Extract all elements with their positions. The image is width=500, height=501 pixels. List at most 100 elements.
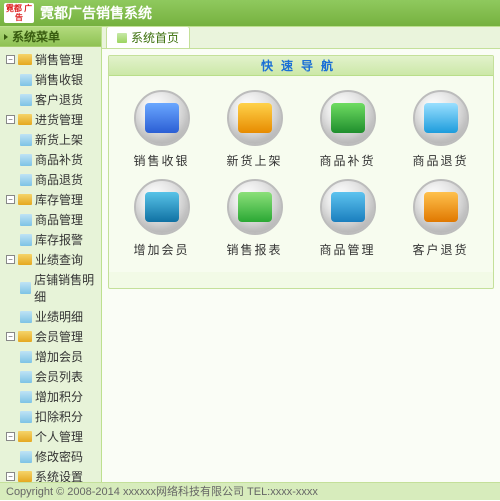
- app-icon: [331, 192, 365, 222]
- nav-item[interactable]: 客户退货: [0, 89, 101, 109]
- nav-item[interactable]: 商品退货: [0, 169, 101, 189]
- nav-item[interactable]: 修改密码: [0, 446, 101, 466]
- tile-icon: [134, 179, 190, 235]
- nav-item-label: 新货上架: [35, 131, 83, 148]
- page-icon: [20, 371, 32, 383]
- tile-icon: [413, 179, 469, 235]
- nav-item-label: 会员列表: [35, 368, 83, 385]
- page-icon: [20, 351, 32, 363]
- nav-group[interactable]: − 会员管理: [0, 326, 101, 346]
- nav-tree: −销售管理销售收银客户退货 − 进货管理新货上架商品补货商品退货 − 库存管理商品管理库…: [0, 47, 101, 482]
- folder-icon: [18, 431, 32, 442]
- tile-return[interactable]: 商品退货: [398, 90, 483, 169]
- minus-icon: −: [6, 472, 15, 481]
- page-icon: [20, 451, 32, 463]
- nav-group[interactable]: − 个人管理: [0, 426, 101, 446]
- tile-sale[interactable]: 销售收银: [119, 90, 204, 169]
- tab-label: 系统首页: [131, 29, 179, 46]
- nav-item-label: 业绩明细: [35, 308, 83, 325]
- nav-item-label: 客户退货: [35, 91, 83, 108]
- page-icon: [20, 174, 32, 186]
- tile-icon: [227, 179, 283, 235]
- minus-icon: −: [6, 332, 15, 341]
- minus-icon: −: [6, 55, 15, 64]
- page-icon: [20, 214, 32, 226]
- nav-group[interactable]: − 库存管理: [0, 189, 101, 209]
- nav-item[interactable]: 扣除积分: [0, 406, 101, 426]
- folder-icon: [18, 194, 32, 205]
- nav-item[interactable]: 增加积分: [0, 386, 101, 406]
- tile-icon: [134, 90, 190, 146]
- page-icon: [20, 74, 32, 86]
- app-icon: [424, 103, 458, 133]
- nav-item-label: 商品补货: [35, 151, 83, 168]
- folder-icon: [18, 254, 32, 265]
- nav-group-label: 系统设置: [35, 468, 83, 482]
- app-header: 霓都 广告 霓都广告销售系统: [0, 0, 500, 26]
- app-icon: [238, 103, 272, 133]
- main-panel-area: 快速导航 销售收银 新货上架 商品补货 商品退货增加会员销售报表 商品管理客户退货: [102, 49, 500, 482]
- nav-item[interactable]: 增加会员: [0, 346, 101, 366]
- page-icon: [20, 311, 32, 323]
- tile-label: 商品退货: [412, 152, 468, 169]
- tile-member[interactable]: 增加会员: [119, 179, 204, 258]
- footer: Copyright © 2008-2014 xxxxxx网络科技有限公司 TEL…: [0, 482, 500, 500]
- nav-group-label: 进货管理: [35, 111, 83, 128]
- minus-icon: −: [6, 255, 15, 264]
- nav-item[interactable]: 商品管理: [0, 209, 101, 229]
- tab-home[interactable]: 系统首页: [106, 26, 190, 48]
- page-icon: [20, 154, 32, 166]
- nav-item-label: 库存报警: [35, 231, 83, 248]
- nav-item[interactable]: 库存报警: [0, 229, 101, 249]
- folder-icon: [18, 331, 32, 342]
- tile-label: 客户退货: [412, 241, 468, 258]
- tile-label: 销售收银: [133, 152, 189, 169]
- nav-item[interactable]: 会员列表: [0, 366, 101, 386]
- nav-group[interactable]: −销售管理: [0, 49, 101, 69]
- tile-newstock[interactable]: 新货上架: [212, 90, 297, 169]
- tile-label: 销售报表: [226, 241, 282, 258]
- minus-icon: −: [6, 115, 15, 124]
- nav-item[interactable]: 商品补货: [0, 149, 101, 169]
- tile-custret[interactable]: 客户退货: [398, 179, 483, 258]
- app-icon: [331, 103, 365, 133]
- app-title: 霓都广告销售系统: [40, 3, 152, 23]
- tile-icon: [320, 179, 376, 235]
- minus-icon: −: [6, 195, 15, 204]
- sidebar-title: 系统菜单: [12, 28, 60, 45]
- tile-goods[interactable]: 商品管理: [305, 179, 390, 258]
- tile-icon: [413, 90, 469, 146]
- page-icon: [20, 134, 32, 146]
- tile-restock[interactable]: 商品补货: [305, 90, 390, 169]
- nav-item-label: 增加积分: [35, 388, 83, 405]
- layout: 系统菜单 −销售管理销售收银客户退货−进货管理新货上架商品补货商品退货−库存管理…: [0, 26, 500, 482]
- panel-title: 快速导航: [109, 56, 493, 76]
- tile-report[interactable]: 销售报表: [212, 179, 297, 258]
- nav-item-label: 修改密码: [35, 448, 83, 465]
- nav-item-label: 商品退货: [35, 171, 83, 188]
- app-icon: [145, 192, 179, 222]
- nav-item[interactable]: 新货上架: [0, 129, 101, 149]
- folder-icon: [18, 114, 32, 125]
- nav-group[interactable]: − 系统设置: [0, 466, 101, 482]
- nav-group-label: 个人管理: [35, 428, 83, 445]
- minus-icon: −: [6, 432, 15, 441]
- nav-group-label: 会员管理: [35, 328, 83, 345]
- nav-item[interactable]: 业绩明细: [0, 306, 101, 326]
- tile-label: 新货上架: [226, 152, 282, 169]
- nav-item-label: 增加会员: [35, 348, 83, 365]
- app-icon: [145, 103, 179, 133]
- nav-group-label: 库存管理: [35, 191, 83, 208]
- nav-group[interactable]: − 进货管理: [0, 109, 101, 129]
- page-icon: [20, 234, 32, 246]
- nav-item[interactable]: 销售收银: [0, 69, 101, 89]
- logo: 霓都 广告: [4, 3, 34, 23]
- quicknav-panel: 快速导航 销售收银 新货上架 商品补货 商品退货增加会员销售报表 商品管理客户退货: [108, 55, 494, 289]
- nav-group[interactable]: −业绩查询: [0, 249, 101, 269]
- nav-item[interactable]: 店铺销售明细: [0, 269, 101, 306]
- tile-label: 商品补货: [319, 152, 375, 169]
- collapse-icon[interactable]: [4, 34, 8, 40]
- page-icon: [20, 411, 32, 423]
- page-icon: [20, 94, 32, 106]
- folder-icon: [18, 54, 32, 65]
